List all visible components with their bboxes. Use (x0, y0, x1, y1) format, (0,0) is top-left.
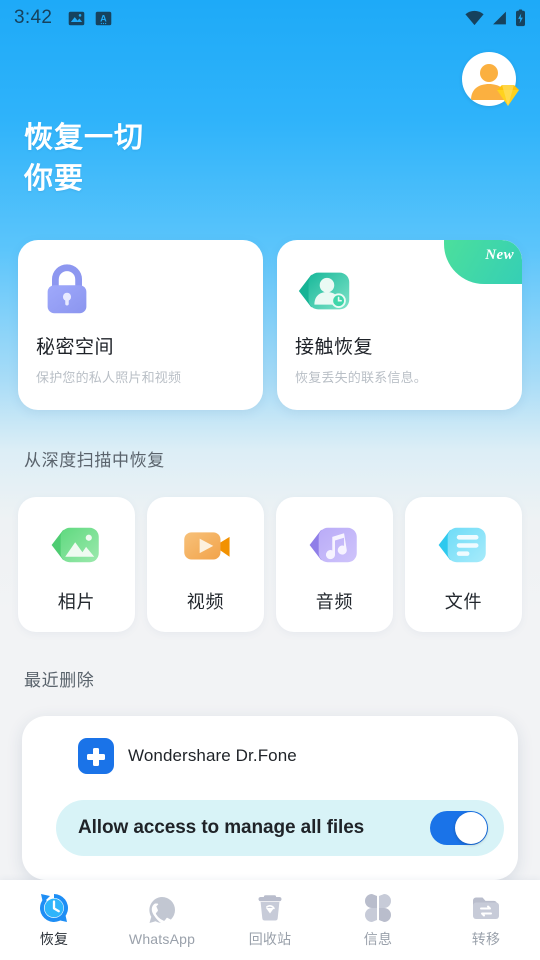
feature-card-title: 秘密空间 (36, 337, 115, 358)
nav-item-messages[interactable]: 信息 (324, 880, 432, 960)
permission-app-name: Wondershare Dr.Fone (128, 746, 297, 765)
status-bar-time: 3:42 (14, 7, 53, 28)
bottom-nav-bar: 恢复 WhatsApp 回收站 信息 转移 (0, 880, 540, 960)
page-title-line1: 恢复一切 (24, 122, 145, 154)
photo-gallery-icon (51, 527, 99, 562)
avatar[interactable] (462, 52, 519, 106)
category-tile-row: 相片 视频 音频 文件 (18, 497, 522, 632)
nav-item-label: WhatsApp (128, 930, 196, 947)
battery-charging-icon (516, 9, 525, 27)
category-tile-label: 相片 (57, 591, 96, 612)
category-tile-label: 文件 (444, 591, 483, 612)
category-tile-files[interactable]: 文件 (405, 497, 522, 632)
wondershare-plus-icon (78, 738, 114, 774)
transfer-folder-icon (473, 897, 499, 919)
signal-icon (493, 11, 506, 25)
svg-text:A: A (100, 13, 107, 23)
recycle-bin-icon (258, 894, 282, 921)
category-tile-label: 音频 (315, 591, 354, 612)
feature-card-subtitle: 恢复丢失的联系信息。 (295, 370, 428, 385)
permission-dialog-header: Wondershare Dr.Fone (22, 716, 518, 774)
status-bar: 3:42 A (0, 0, 540, 36)
category-tile-audio[interactable]: 音频 (276, 497, 393, 632)
text-a-icon: A (95, 11, 112, 25)
wifi-icon (465, 10, 484, 26)
feature-card-subtitle: 保护您的私人照片和视频 (36, 370, 182, 385)
nav-item-transfer[interactable]: 转移 (432, 880, 540, 960)
nav-item-recover[interactable]: 恢复 (0, 880, 108, 960)
nav-item-recycle-bin[interactable]: 回收站 (216, 880, 324, 960)
nav-item-label: 转移 (471, 930, 501, 947)
feature-card-title: 接触恢复 (295, 337, 374, 358)
whatsapp-icon (149, 896, 175, 926)
video-camera-icon (183, 531, 230, 559)
photo-icon (68, 11, 85, 25)
nav-item-label: 回收站 (248, 930, 292, 947)
feature-card-secret-space[interactable]: 秘密空间 保护您的私人照片和视频 (18, 240, 263, 410)
messages-grid-icon (365, 893, 391, 922)
category-tile-label: 视频 (186, 591, 225, 612)
page-title: 恢复一切 你要 (24, 118, 144, 200)
feature-card-row: 秘密空间 保护您的私人照片和视频 New 接触恢复 恢复丢失的联系信息。 (18, 240, 522, 410)
nav-item-label: 信息 (363, 930, 393, 947)
feature-card-contact-recovery[interactable]: New 接触恢复 恢复丢失的联系信息。 (277, 240, 522, 410)
nav-item-label: 恢复 (39, 930, 69, 947)
category-tile-videos[interactable]: 视频 (147, 497, 264, 632)
nav-item-whatsapp[interactable]: WhatsApp (108, 880, 216, 960)
section-title-deep-scan: 从深度扫描中恢复 (24, 451, 165, 470)
permission-dialog: Wondershare Dr.Fone Allow access to mana… (22, 716, 518, 880)
lock-icon (47, 264, 87, 314)
category-tile-photos[interactable]: 相片 (18, 497, 135, 632)
page-title-line2: 你要 (24, 163, 85, 195)
section-title-recently-deleted: 最近删除 (24, 671, 95, 690)
restore-clock-icon (39, 893, 68, 922)
permission-option-label: Allow access to manage all files (78, 817, 365, 838)
permission-option-row[interactable]: Allow access to manage all files (56, 800, 504, 856)
contact-restore-icon (298, 272, 350, 310)
status-bar-system-icons (465, 9, 526, 27)
toggle-knob (455, 812, 487, 844)
app-screen: 3:42 A 恢复一切 你要 秘密空间 保护您的私人照片和视频 New 接触恢复… (0, 0, 540, 960)
new-badge: New (444, 240, 522, 284)
document-lines-icon (438, 527, 486, 562)
new-badge-label: New (485, 247, 514, 263)
permission-toggle[interactable] (430, 811, 488, 845)
status-bar-notification-icons: A (68, 10, 112, 27)
music-note-icon (309, 527, 357, 562)
vip-diamond-badge-icon (497, 85, 519, 106)
